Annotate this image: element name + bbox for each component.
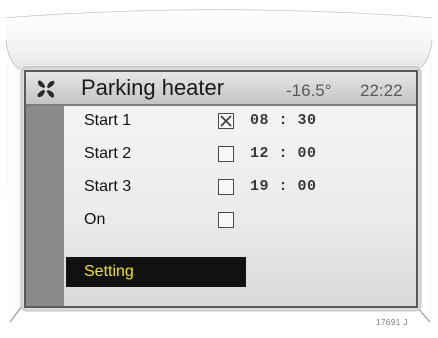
lcd-screen: Parking heater -16.5° 22:22 Start 1 08 :…: [24, 70, 418, 308]
left-scroll-bar: [26, 106, 64, 306]
timer-checkbox[interactable]: [218, 212, 234, 228]
timer-menu: Start 1 08 : 30 Start 2 12 : 00 Start 3 …: [64, 106, 416, 306]
timer-label: On: [84, 211, 106, 228]
figure-reference: 17691 J: [376, 318, 408, 327]
timer-label: Start 3: [84, 178, 132, 195]
timer-time: 19 : 00: [250, 178, 317, 195]
timer-row-start-1[interactable]: Start 1 08 : 30: [64, 106, 416, 138]
setting-label: Setting: [84, 263, 134, 280]
display-scene: Parking heater -16.5° 22:22 Start 1 08 :…: [0, 0, 438, 338]
timer-row-on[interactable]: On: [64, 205, 416, 237]
timer-time: 08 : 30: [250, 112, 317, 129]
timer-checkbox[interactable]: [218, 179, 234, 195]
title-bar: Parking heater -16.5° 22:22: [26, 72, 416, 106]
timer-label: Start 2: [84, 145, 132, 162]
timer-checkbox[interactable]: [218, 113, 234, 129]
outside-temperature: -16.5°: [286, 81, 332, 100]
timer-checkbox[interactable]: [218, 146, 234, 162]
fan-icon: [37, 80, 55, 98]
page-title: Parking heater: [81, 75, 225, 100]
setting-menu-item[interactable]: Setting: [66, 257, 246, 287]
timer-time: 12 : 00: [250, 145, 317, 162]
timer-row-start-2[interactable]: Start 2 12 : 00: [64, 139, 416, 171]
checkbox-checked-icon: [220, 115, 232, 127]
timer-row-start-3[interactable]: Start 3 19 : 00: [64, 172, 416, 204]
timer-label: Start 1: [84, 112, 132, 129]
clock-display: 22:22: [360, 81, 403, 100]
